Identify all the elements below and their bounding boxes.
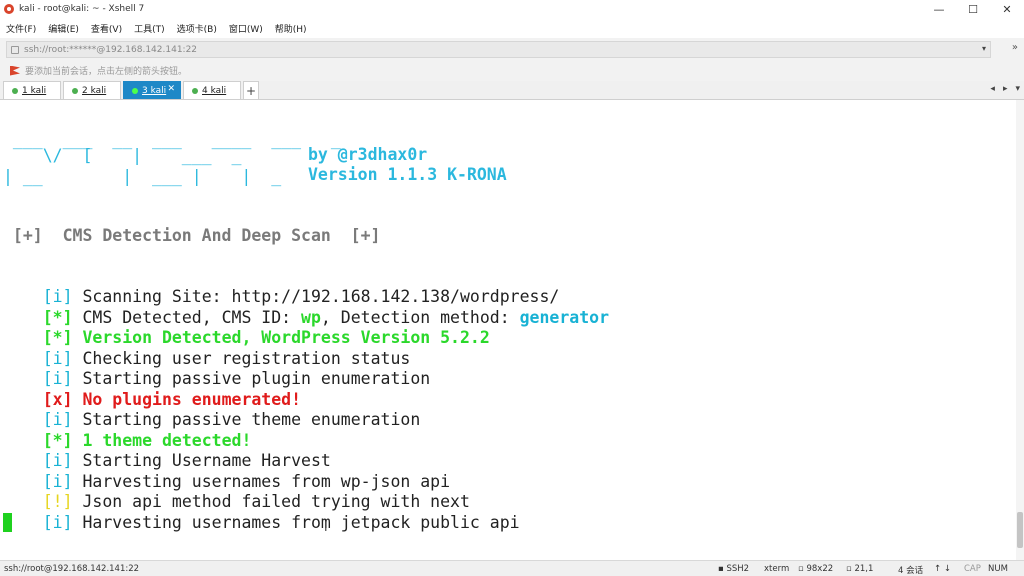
- hint-bar: 要添加当前会话，点击左侧的箭头按钮。: [0, 60, 1024, 81]
- menu-view[interactable]: 查看(V): [91, 22, 122, 35]
- status-bar: ssh://root@192.168.142.141:22 ▪ SSH2 xte…: [0, 560, 1024, 576]
- tab-3-kali[interactable]: 3 kali ✕: [123, 81, 181, 99]
- output-line: [i] Starting passive theme enumeration: [42, 410, 421, 429]
- hint-text: 要添加当前会话，点击左侧的箭头按钮。: [25, 67, 188, 77]
- banner-version: Version 1.1.3 K-RONA: [308, 165, 507, 184]
- tab-label: 3 kali: [142, 85, 167, 96]
- output-line: [!] Json api method failed trying with n…: [42, 492, 470, 511]
- title-bar: kali - root@kali: ~ - Xshell 7 — ☐ ✕: [0, 0, 1024, 18]
- output-line: [i] Starting Username Harvest: [42, 451, 331, 470]
- xshell-logo-icon: [4, 4, 14, 14]
- new-tab-button[interactable]: +: [243, 81, 259, 99]
- tab-next-icon[interactable]: ▸: [1003, 84, 1008, 94]
- terminal-cursor: [3, 513, 12, 532]
- lock-icon: [11, 45, 19, 54]
- window-controls: — ☐ ✕: [922, 0, 1024, 18]
- menu-tools[interactable]: 工具(T): [134, 22, 165, 35]
- tab-4-kali[interactable]: 4 kali: [183, 81, 241, 99]
- status-cap: CAP: [964, 564, 981, 574]
- menu-help[interactable]: 帮助(H): [275, 22, 307, 35]
- tab-list-icon[interactable]: ▾: [1015, 84, 1020, 94]
- banner-art-line-2: \/ [ | ___ _: [3, 146, 242, 165]
- transfer-arrows-icon: ↑ ↓: [934, 564, 951, 574]
- menu-file[interactable]: 文件(F): [6, 22, 36, 35]
- address-dropdown-icon[interactable]: ▾: [982, 44, 986, 53]
- menu-window[interactable]: 窗口(W): [229, 22, 263, 35]
- bookmark-flag-icon[interactable]: [10, 65, 20, 76]
- tab-label: 2 kali: [82, 85, 107, 96]
- close-button[interactable]: ✕: [990, 0, 1024, 18]
- output-line: [*] CMS Detected, CMS ID: wp, Detection …: [42, 308, 610, 327]
- section-heading: [+] CMS Detection And Deep Scan [+]: [3, 226, 381, 245]
- tab-label: 1 kali: [22, 85, 47, 96]
- banner-author: by @r3dhax0r: [308, 145, 428, 164]
- status-terminal-size: ▫ 98x22: [798, 564, 834, 574]
- connected-status-icon: [12, 87, 18, 94]
- connected-status-icon: [132, 87, 138, 94]
- minimize-button[interactable]: —: [922, 0, 956, 18]
- output-line: [i] Harvesting usernames from jetpack pu…: [42, 513, 520, 532]
- output-line: [*] 1 theme detected!: [42, 431, 252, 450]
- address-bar: ssh://root:******@192.168.142.141:22 ▾ »: [0, 38, 1024, 60]
- menu-bar: 文件(F) 编辑(E) 查看(V) 工具(T) 选项卡(B) 窗口(W) 帮助(…: [0, 18, 1024, 38]
- status-sessions: 4 会话: [898, 566, 924, 576]
- output-line: [i] Scanning Site: http://192.168.142.13…: [42, 287, 560, 306]
- output-line: [i] Checking user registration status: [42, 349, 411, 368]
- connected-status-icon: [72, 87, 78, 94]
- tab-prev-icon[interactable]: ◂: [990, 84, 995, 94]
- status-cursor-position: ▫ 21,1: [846, 564, 874, 574]
- tab-label: 4 kali: [202, 85, 227, 96]
- window-title: kali - root@kali: ~ - Xshell 7: [19, 4, 145, 14]
- tab-close-icon[interactable]: ✕: [167, 84, 175, 94]
- tab-2-kali[interactable]: 2 kali: [63, 81, 121, 99]
- status-terminal-type: xterm: [764, 564, 790, 574]
- status-connection: ssh://root@192.168.142.141:22: [4, 564, 140, 574]
- output-line: [i] Starting passive plugin enumeration: [42, 369, 431, 388]
- resize-icon: ▫: [798, 564, 804, 574]
- banner-art-line-3: | __ | ___ | | _: [3, 167, 282, 186]
- terminal-output[interactable]: ___ ___ __ ___ ____ ___ _ \/ [ | ___ _ |…: [0, 100, 1016, 560]
- toolbar-chevron-icon[interactable]: »: [1012, 42, 1018, 53]
- menu-tabs[interactable]: 选项卡(B): [177, 22, 217, 35]
- output-line: [x] No plugins enumerated!: [42, 390, 302, 409]
- lock-icon: ▪: [718, 564, 724, 574]
- maximize-button[interactable]: ☐: [956, 0, 990, 18]
- connected-status-icon: [192, 87, 198, 94]
- tab-navigation: ◂ ▸ ▾: [990, 84, 1020, 94]
- mouse-ibeam-icon: I: [324, 520, 328, 534]
- output-line: [*] Version Detected, WordPress Version …: [42, 328, 490, 347]
- terminal-scrollbar[interactable]: [1016, 100, 1024, 560]
- output-line: [i] Harvesting usernames from wp-json ap…: [42, 472, 451, 491]
- scrollbar-thumb[interactable]: [1017, 512, 1023, 548]
- status-protocol: ▪ SSH2: [718, 564, 750, 574]
- status-num: NUM: [988, 564, 1008, 574]
- tab-bar: 1 kali 2 kali 3 kali ✕ 4 kali + ◂ ▸ ▾: [0, 81, 1024, 100]
- address-value: ssh://root:******@192.168.142.141:22: [24, 44, 198, 55]
- address-input[interactable]: ssh://root:******@192.168.142.141:22 ▾: [6, 41, 991, 58]
- menu-edit[interactable]: 编辑(E): [48, 22, 79, 35]
- cursor-pos-icon: ▫: [846, 564, 852, 574]
- tab-1-kali[interactable]: 1 kali: [3, 81, 61, 99]
